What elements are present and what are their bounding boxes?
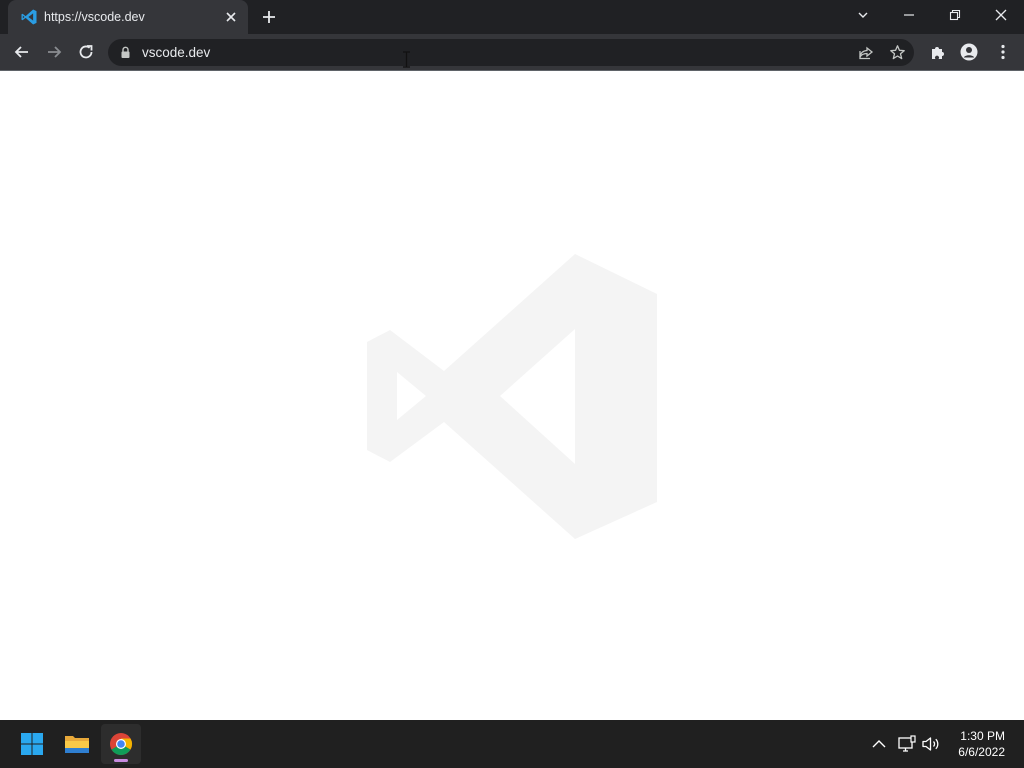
menu-icon[interactable] — [994, 43, 1012, 61]
active-app-indicator — [114, 759, 128, 762]
file-explorer-button[interactable] — [57, 724, 97, 764]
chrome-taskbar-button[interactable] — [101, 724, 141, 764]
vscode-icon — [21, 9, 37, 25]
tab-search-button[interactable] — [840, 0, 886, 30]
lock-icon[interactable] — [120, 46, 131, 59]
minimize-button[interactable] — [886, 0, 932, 30]
minimize-icon — [904, 14, 914, 16]
clock-time: 1:30 PM — [960, 729, 1005, 743]
close-window-button[interactable] — [978, 0, 1024, 30]
windows-start-icon — [21, 733, 43, 755]
network-icon[interactable] — [897, 734, 917, 754]
vscode-logo-watermark — [367, 254, 657, 539]
profile-icon[interactable] — [960, 43, 978, 61]
clock-date: 6/6/2022 — [958, 745, 1005, 759]
file-explorer-icon — [65, 736, 89, 753]
new-tab-icon[interactable] — [261, 9, 277, 25]
tab-close-icon[interactable] — [224, 10, 238, 24]
restore-button[interactable] — [932, 0, 978, 30]
reload-icon[interactable] — [77, 43, 95, 61]
tab-title: https://vscode.dev — [44, 10, 145, 24]
show-hidden-icons-icon[interactable] — [869, 734, 889, 754]
text-cursor-icon — [403, 51, 410, 68]
back-arrow-icon[interactable] — [13, 43, 31, 61]
share-icon[interactable] — [858, 45, 874, 61]
address-bar[interactable]: vscode.dev — [108, 39, 914, 66]
url-text[interactable]: vscode.dev — [142, 45, 210, 60]
restore-icon — [949, 9, 961, 21]
page-content — [0, 71, 1024, 720]
forward-arrow-icon[interactable] — [45, 43, 63, 61]
taskbar: 1:30 PM 6/6/2022 — [0, 720, 1024, 768]
browser-toolbar: vscode.dev — [0, 34, 1024, 70]
chevron-down-icon — [858, 12, 868, 18]
chrome-icon — [110, 733, 132, 755]
star-icon[interactable] — [889, 44, 906, 61]
volume-icon[interactable] — [921, 734, 941, 754]
start-button[interactable] — [12, 724, 52, 764]
browser-titlebar: https://vscode.dev — [0, 0, 1024, 34]
browser-tab[interactable]: https://vscode.dev — [8, 0, 248, 34]
taskbar-clock[interactable]: 1:30 PM 6/6/2022 — [958, 728, 1005, 760]
extensions-icon[interactable] — [929, 43, 947, 61]
close-icon — [995, 9, 1007, 21]
